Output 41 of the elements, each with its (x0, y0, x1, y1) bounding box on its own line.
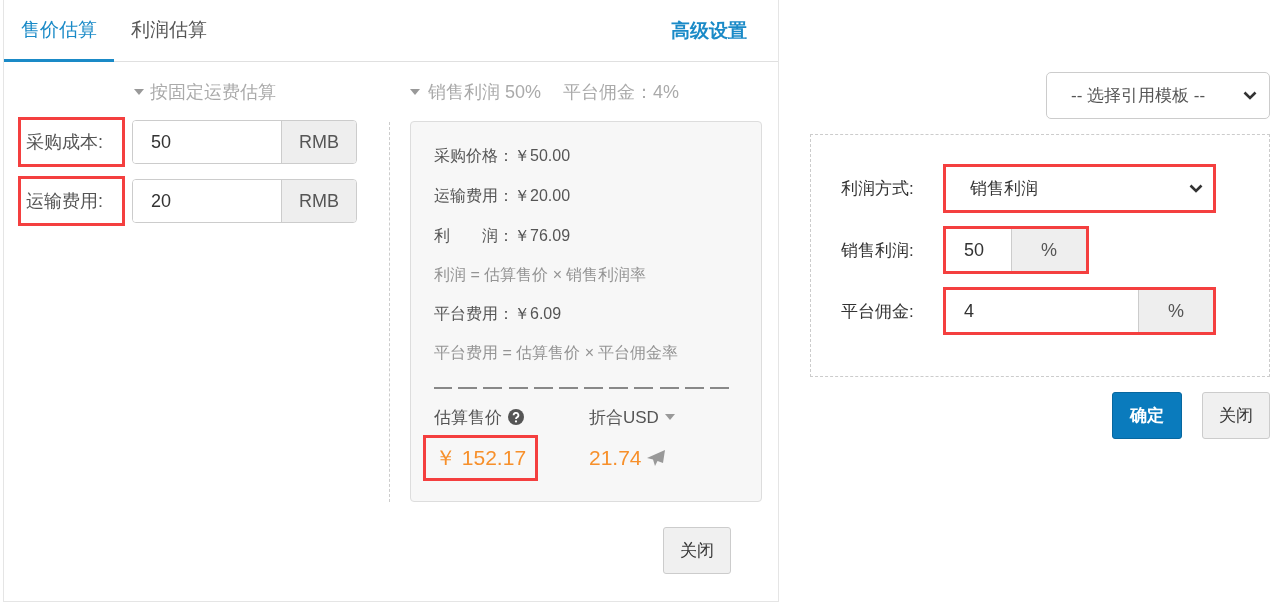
tab[interactable]: 利润估算 (114, 0, 224, 62)
input-group[interactable]: 4 % (945, 289, 1214, 333)
summary-line: 平台费用：￥6.09 (434, 303, 563, 324)
caret-icon (134, 89, 144, 95)
unit-label: RMB (281, 121, 356, 163)
input-group[interactable]: 50 % (945, 228, 1087, 272)
field-label: 运输费用: (21, 179, 122, 223)
caret-icon (664, 414, 675, 420)
field-label: 利润方式: (841, 178, 915, 200)
close-button[interactable]: 关闭 (1202, 392, 1270, 439)
commission-text: 平台佣金：4% (563, 81, 680, 104)
currency-dropdown[interactable]: 折合USD (589, 405, 659, 429)
summary-line: 利 润：￥76.09 (434, 225, 572, 246)
caret-icon (410, 89, 420, 95)
price-label: 估算售价 (434, 406, 502, 429)
select-value: -- 选择引用模板 -- (1071, 85, 1206, 107)
confirm-button[interactable]: 确定 (1112, 392, 1182, 439)
field-label: 销售利润: (841, 239, 915, 262)
chevron-icon (1243, 91, 1257, 100)
tab[interactable]: 售价估算 (4, 0, 114, 62)
send-icon (646, 450, 665, 466)
template-select[interactable]: -- 选择引用模板 -- (1046, 72, 1270, 119)
estimated-price: ￥ 152.17 (423, 435, 539, 481)
input-group[interactable]: 20 RMB (132, 179, 357, 223)
input-group[interactable]: 50 RMB (132, 120, 357, 164)
profit-method-select[interactable]: 销售利润 (945, 166, 1214, 211)
unit-label: % (1138, 290, 1213, 332)
converted-price: 21.74 (589, 446, 642, 470)
summary-line: 采购价格：￥50.00 (434, 145, 572, 166)
unit-label: % (1011, 229, 1086, 271)
chevron-icon (1189, 184, 1203, 193)
formula-text: 平台费用 = 估算售价 × 平台佣金率 (434, 342, 680, 363)
field-label: 采购成本: (21, 120, 122, 164)
formula-text: 利润 = 估算售价 × 销售利润率 (434, 264, 648, 285)
select-value: 销售利润 (970, 178, 1038, 200)
field-label: 平台佣金: (841, 300, 915, 323)
unit-label: RMB (281, 180, 356, 222)
advanced-settings-link[interactable]: 高级设置 (671, 17, 747, 44)
close-button[interactable]: 关闭 (663, 527, 731, 574)
help-icon (508, 409, 524, 425)
summary-line: 运输费用：￥20.00 (434, 185, 572, 206)
